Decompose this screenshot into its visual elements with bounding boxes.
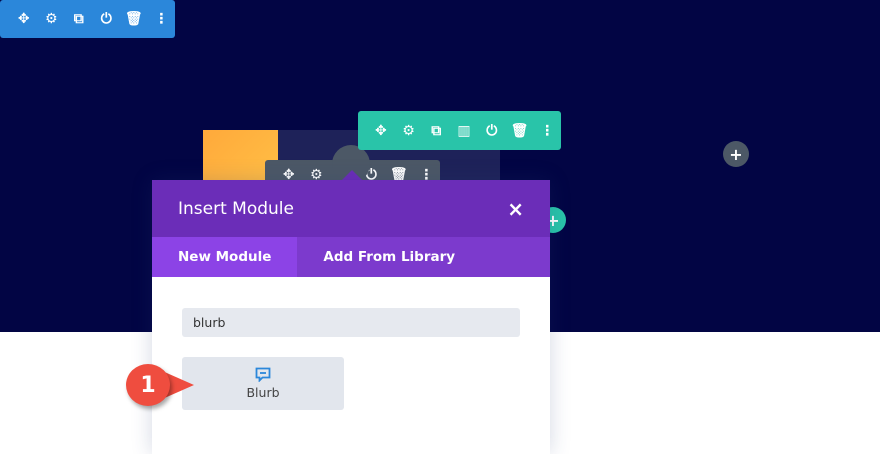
gear-icon[interactable]: ⚙ xyxy=(38,11,66,27)
modal-header: Insert Module × xyxy=(152,180,550,237)
gear-icon[interactable]: ⚙ xyxy=(395,123,423,139)
module-search-input[interactable] xyxy=(182,308,520,337)
move-icon[interactable]: ✥ xyxy=(367,123,395,139)
trash-icon[interactable]: 🗑 xyxy=(506,123,534,139)
modal-tabs: New Module Add From Library xyxy=(152,237,550,277)
move-icon[interactable]: ✥ xyxy=(10,11,38,27)
module-label: Blurb xyxy=(246,385,280,400)
module-blurb[interactable]: Blurb xyxy=(182,357,344,410)
add-section-button[interactable]: + xyxy=(723,141,749,167)
close-icon[interactable]: × xyxy=(507,197,524,221)
columns-icon[interactable]: ▥ xyxy=(450,123,478,139)
duplicate-icon[interactable]: ⧉ xyxy=(65,11,93,27)
modal-title: Insert Module xyxy=(178,198,294,219)
power-icon[interactable]: ⏻ xyxy=(478,123,506,139)
chat-bubble-icon xyxy=(255,367,271,382)
section-toolbar: ✥ ⚙ ⧉ ⏻ 🗑 ⋮ xyxy=(0,0,175,38)
power-icon[interactable]: ⏻ xyxy=(93,11,121,27)
more-icon[interactable]: ⋮ xyxy=(148,11,176,27)
row-toolbar: ✥ ⚙ ⧉ ▥ ⏻ 🗑 ⋮ xyxy=(358,111,561,150)
more-icon[interactable]: ⋮ xyxy=(533,123,561,139)
tab-add-from-library[interactable]: Add From Library xyxy=(297,237,481,277)
insert-module-modal: Insert Module × New Module Add From Libr… xyxy=(152,180,550,454)
trash-icon[interactable]: 🗑 xyxy=(120,11,148,27)
duplicate-icon[interactable]: ⧉ xyxy=(422,123,450,139)
tab-new-module[interactable]: New Module xyxy=(152,237,298,277)
step-callout: 1 xyxy=(126,364,170,406)
